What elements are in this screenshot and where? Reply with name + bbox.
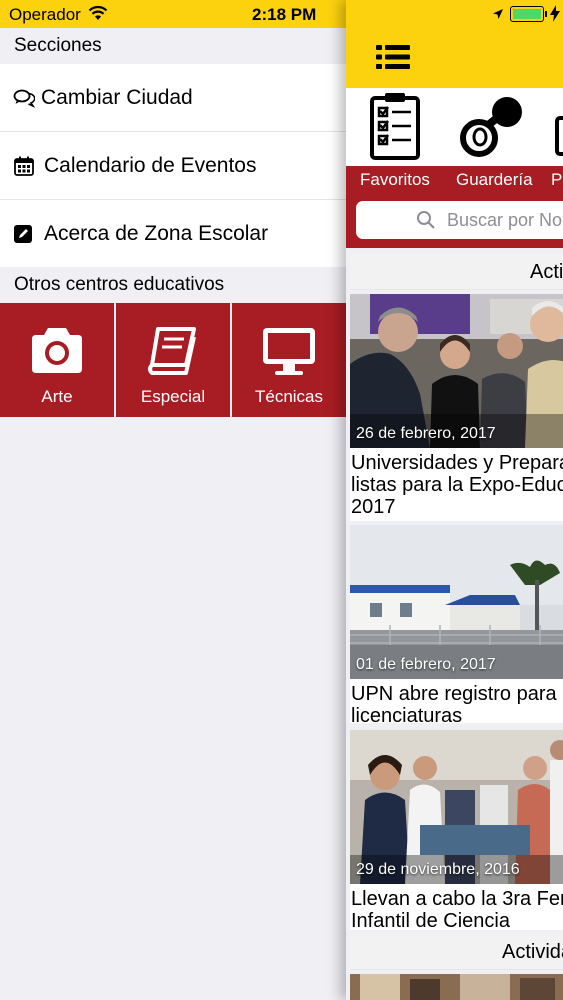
edit-icon [14,225,32,243]
tab-guarderia[interactable]: Guardería [456,170,533,190]
centers-grid: Arte Especial Técnicas [0,303,346,417]
news-headline: UPN abre registro para licenciaturas [351,683,557,727]
partial-icon[interactable] [554,92,563,160]
menu-list-icon[interactable] [376,45,410,69]
center-tile-especial[interactable]: Especial [116,303,230,417]
section-title-bar-2: Activida [350,934,563,970]
pacifier-icon[interactable] [459,92,525,160]
monitor-icon [263,328,315,375]
news-card[interactable]: 26 de febrero, 2017 Universidades y Prep… [350,294,563,521]
calendar-icon [14,156,34,176]
charging-bolt-icon [550,5,560,22]
news-card[interactable] [350,974,563,1000]
chat-bubbles-icon [13,89,35,108]
camera-icon [32,328,82,373]
tab-favoritos[interactable]: Favoritos [360,170,430,190]
menu-item-calendario[interactable]: Calendario de Eventos [0,132,346,199]
status-bar: Operador 2:18 PM [0,0,346,28]
news-photo [350,974,563,1000]
search-icon [417,211,435,229]
center-tile-arte[interactable]: Arte [0,303,114,417]
checklist-icon[interactable] [369,92,421,160]
news-date: 26 de febrero, 2017 [356,425,496,442]
news-photo: 29 de noviembre, 2016 [350,730,563,884]
nav-bar [346,0,563,88]
news-date: 01 de febrero, 2017 [356,656,496,673]
main-panel[interactable]: Favoritos Guardería P Buscar por No Acti [346,0,563,1000]
news-headline: Llevan a cabo la 3ra Feria Infantil de C… [351,888,563,932]
center-tile-label: Técnicas [254,387,324,406]
battery-cap [545,11,547,17]
category-tabs: Favoritos Guardería P Buscar por No [346,166,563,248]
menu-item-label: Calendario de Eventos [44,154,257,177]
status-time: 2:18 PM [252,5,317,24]
news-photo: 01 de febrero, 2017 [350,525,563,679]
center-tile-label: Especial [140,387,206,406]
center-tile-label: Arte [41,387,73,406]
menu-item-acerca-de[interactable]: Acerca de Zona Escolar [0,200,346,267]
news-card[interactable]: 29 de noviembre, 2016 Llevan a cabo la 3… [350,730,563,932]
others-header: Otros centros educativos [0,267,346,303]
news-date: 29 de noviembre, 2016 [356,861,520,878]
book-icon [148,327,196,375]
carrier-label: Operador [9,5,81,24]
menu-item-label: Acerca de Zona Escolar [44,222,269,245]
news-card[interactable]: 01 de febrero, 2017 UPN abre registro pa… [350,525,563,727]
side-menu: Operador 2:18 PM Secciones Cambiar Ciuda… [0,0,346,1000]
news-list[interactable]: Acti 26 de febrero, 2017 Universidades y… [346,248,563,1000]
section-title-bar: Acti [350,254,563,290]
menu-item-cambiar-ciudad[interactable]: Cambiar Ciudad [0,64,346,131]
location-arrow-icon [493,9,503,19]
center-tile-tecnicas[interactable]: Técnicas [232,303,346,417]
search-placeholder: Buscar por No [447,210,563,230]
wifi-icon [88,5,108,20]
search-bar[interactable]: Buscar por No [356,201,563,239]
news-photo: 26 de febrero, 2017 [350,294,563,448]
sections-header: Secciones [0,28,346,64]
category-icons [346,88,563,166]
battery-icon [510,6,544,22]
news-headline: Universidades y Preparat listas para la … [351,452,563,518]
tab-partial[interactable]: P [551,170,562,190]
menu-item-label: Cambiar Ciudad [41,86,193,109]
